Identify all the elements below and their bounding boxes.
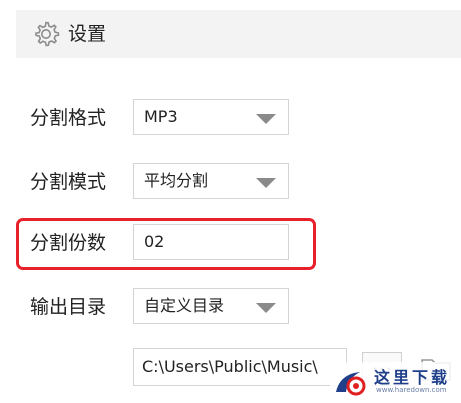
watermark: 这里下载 www.haredown.com bbox=[330, 362, 461, 403]
output-dir-select[interactable]: 自定义目录 bbox=[133, 288, 289, 324]
page-title: 设置 bbox=[68, 23, 107, 45]
split-format-select[interactable]: MP3 bbox=[133, 99, 289, 135]
watermark-text: 这里下载 bbox=[374, 368, 451, 387]
settings-header: 设置 bbox=[16, 10, 461, 58]
chevron-down-icon bbox=[256, 178, 276, 188]
split-count-label: 分割份数 bbox=[30, 232, 107, 254]
split-count-value: 02 bbox=[144, 232, 165, 251]
output-path-input[interactable]: C:\Users\Public\Music\ bbox=[133, 348, 347, 386]
split-mode-label: 分割模式 bbox=[30, 171, 107, 193]
output-dir-label: 输出目录 bbox=[30, 296, 107, 318]
output-path-value: C:\Users\Public\Music\ bbox=[142, 357, 318, 376]
split-format-value: MP3 bbox=[144, 107, 178, 126]
chevron-down-icon bbox=[256, 114, 276, 124]
split-count-input[interactable]: 02 bbox=[133, 224, 289, 260]
gear-icon bbox=[35, 21, 60, 47]
chevron-down-icon bbox=[256, 303, 276, 313]
watermark-logo-icon bbox=[336, 372, 366, 396]
split-format-label: 分割格式 bbox=[30, 107, 107, 129]
split-mode-select[interactable]: 平均分割 bbox=[133, 163, 289, 199]
split-mode-value: 平均分割 bbox=[144, 171, 209, 190]
output-dir-value: 自定义目录 bbox=[144, 296, 225, 315]
watermark-url: www.haredown.com bbox=[376, 386, 447, 394]
